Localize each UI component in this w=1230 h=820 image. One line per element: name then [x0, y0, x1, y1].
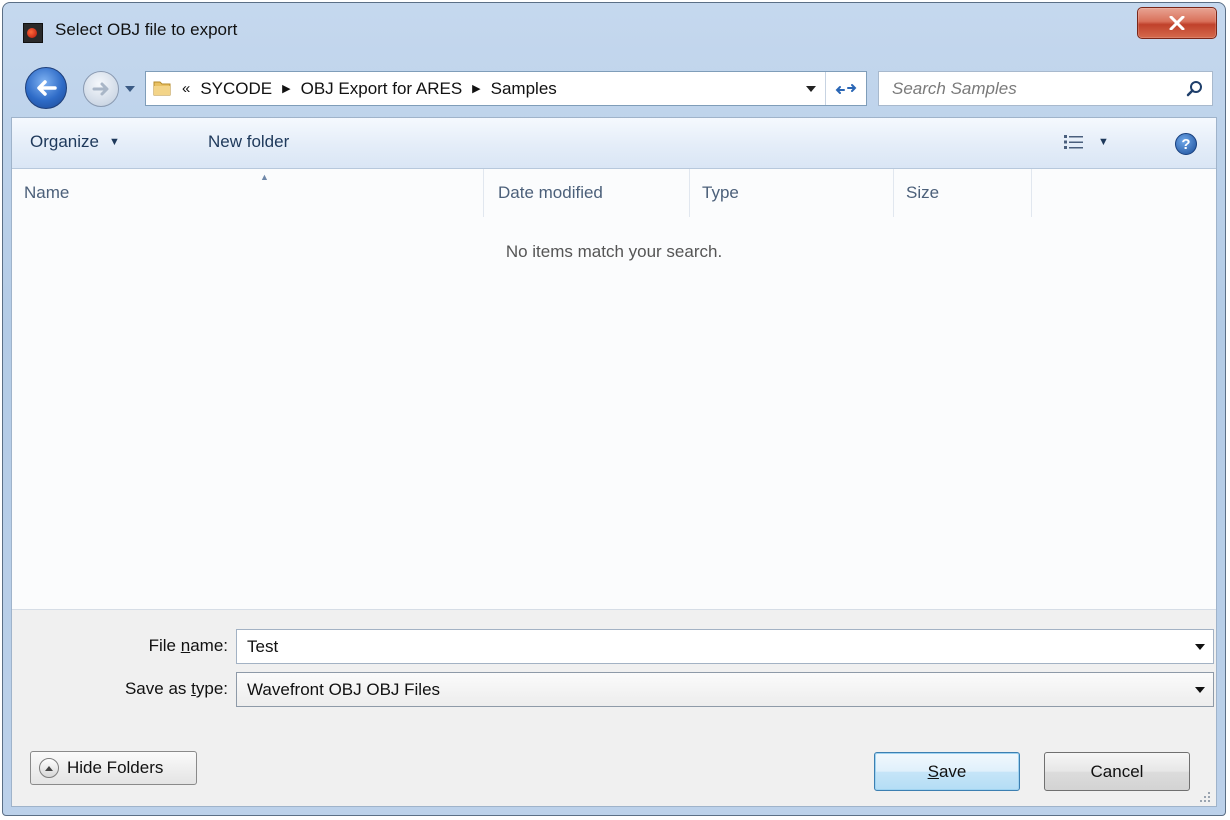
address-history-dropdown[interactable]: [800, 72, 822, 105]
search-input[interactable]: [879, 72, 1182, 105]
sort-ascending-icon: ▲: [260, 172, 269, 182]
new-folder-label: New folder: [208, 132, 290, 151]
breadcrumb-item[interactable]: OBJ Export for ARES: [301, 79, 463, 99]
breadcrumb: « SYCODE ▶ OBJ Export for ARES ▶ Samples: [182, 72, 557, 105]
column-header-size[interactable]: Size: [894, 169, 1032, 217]
save-dialog: Select OBJ file to export « SYCODE ▶ OBJ…: [2, 2, 1226, 816]
chevron-down-icon[interactable]: [1194, 643, 1206, 651]
file-name-field[interactable]: Test: [236, 629, 1214, 664]
breadcrumb-item[interactable]: SYCODE: [200, 79, 272, 99]
chevron-down-icon: ▼: [108, 136, 120, 148]
chevron-up-icon: [39, 758, 59, 778]
save-accelerator: S: [927, 761, 939, 781]
save-type-select[interactable]: Wavefront OBJ OBJ Files: [236, 672, 1214, 707]
chevron-down-icon: [1195, 687, 1205, 693]
back-button[interactable]: [25, 67, 67, 109]
breadcrumb-overflow[interactable]: «: [182, 80, 190, 97]
chevron-down-icon: [806, 85, 816, 92]
views-icon: [1064, 135, 1083, 149]
app-icon: [23, 23, 43, 43]
window-title: Select OBJ file to export: [55, 20, 238, 39]
command-bar: Organize ▼ New folder ▼ ?: [12, 118, 1216, 169]
back-arrow-icon: [37, 80, 57, 96]
file-list[interactable]: [12, 217, 1216, 609]
change-view-button[interactable]: ▼: [1064, 135, 1109, 149]
folder-icon: [153, 81, 171, 96]
help-icon[interactable]: ?: [1175, 133, 1197, 155]
empty-message: No items match your search.: [505, 242, 723, 261]
organize-label: Organize: [30, 132, 99, 151]
column-headers: Name ▲ Date modified Type Size: [12, 169, 1216, 217]
close-button[interactable]: [1137, 7, 1217, 39]
new-folder-button[interactable]: New folder: [208, 132, 289, 152]
save-type-value: Wavefront OBJ OBJ Files: [247, 680, 441, 699]
cancel-label: Cancel: [1090, 761, 1144, 781]
column-header-name[interactable]: Name ▲: [12, 169, 484, 217]
breadcrumb-separator[interactable]: ▶: [282, 82, 290, 95]
refresh-button[interactable]: [825, 72, 866, 105]
refresh-icon: [835, 83, 857, 94]
file-name-label: File name:: [148, 636, 228, 655]
forward-arrow-icon: [92, 82, 109, 96]
main-panel: Organize ▼ New folder ▼ ? Name ▲ Date mo…: [11, 117, 1217, 807]
save-label: ave: [938, 761, 967, 781]
resize-grip[interactable]: [1200, 792, 1210, 802]
cancel-button[interactable]: Cancel: [1044, 752, 1190, 791]
close-icon: [1169, 16, 1185, 30]
column-header-type[interactable]: Type: [690, 169, 894, 217]
column-label: Type: [702, 183, 739, 202]
column-label: Size: [906, 183, 940, 202]
column-header-date[interactable]: Date modified: [486, 169, 690, 217]
column-label: Name: [24, 183, 70, 202]
forward-button[interactable]: [83, 71, 119, 107]
search-icon[interactable]: [1186, 80, 1204, 98]
breadcrumb-separator[interactable]: ▶: [472, 82, 480, 95]
hide-folders-button[interactable]: Hide Folders: [30, 751, 197, 785]
column-label: Date modified: [498, 183, 603, 202]
save-type-label: Save as type:: [124, 679, 228, 698]
hide-folders-label: Hide Folders: [67, 758, 164, 777]
chevron-down-icon: ▼: [1098, 136, 1109, 148]
save-button[interactable]: Save: [874, 752, 1020, 791]
title-bar: Select OBJ file to export: [3, 3, 1225, 61]
organize-button[interactable]: Organize ▼: [30, 132, 120, 152]
file-name-value[interactable]: Test: [247, 637, 278, 657]
search-box: [878, 71, 1213, 106]
address-bar[interactable]: « SYCODE ▶ OBJ Export for ARES ▶ Samples: [145, 71, 867, 106]
breadcrumb-item[interactable]: Samples: [491, 79, 557, 99]
recent-pages-dropdown[interactable]: [123, 83, 137, 95]
